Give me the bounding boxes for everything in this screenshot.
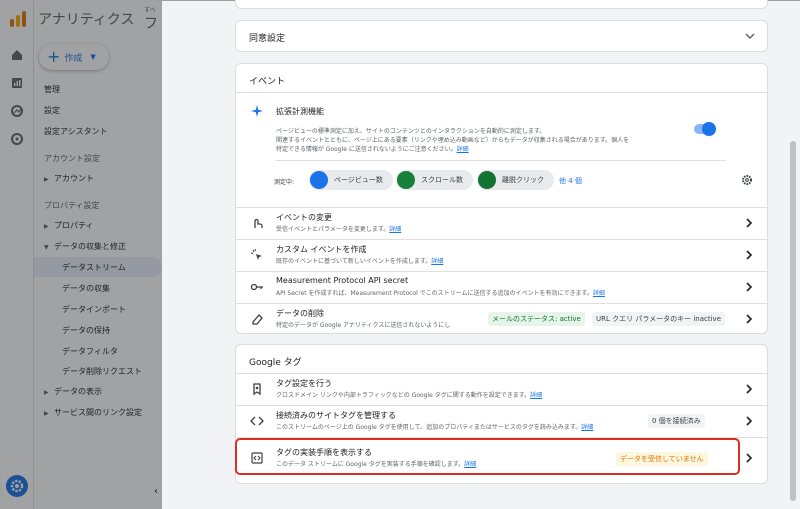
previous-card xyxy=(235,0,768,9)
measurement-protocol-row[interactable]: Measurement Protocol API secret API Secr… xyxy=(236,271,767,303)
highlight-annotation-box xyxy=(235,438,740,475)
learn-more-link[interactable]: 詳細 xyxy=(457,146,469,153)
enhanced-measurement-desc-3: 特定できる情報が Google に送信されないようにご注意ください。 xyxy=(276,146,457,153)
divider xyxy=(276,160,726,161)
enhanced-measurement-section: 拡張計測機能 ページビューの標準測定に加え、サイトのコンテンツとのインタラクショ… xyxy=(236,92,767,207)
eraser-icon xyxy=(252,314,263,325)
create-custom-event-title: カスタム イベントを作成 xyxy=(276,245,367,254)
eye-icon xyxy=(310,171,328,189)
collapse-nav-icon[interactable]: ‹ xyxy=(154,486,158,497)
chevron-right-icon xyxy=(746,282,753,292)
cursor-click-icon xyxy=(250,248,262,260)
chip-page-views: ページビュー数 xyxy=(309,170,393,190)
measurement-protocol-title: Measurement Protocol API secret xyxy=(276,276,409,285)
chevron-right-icon xyxy=(746,384,753,394)
enhanced-measurement-title: 拡張計測機能 xyxy=(276,107,324,116)
enhanced-measurement-desc-1: ページビューの標準測定に加え、サイトのコンテンツとのインタラクションを自動的に測… xyxy=(276,128,546,135)
enhanced-measurement-desc-2: 関連するイベントとともに、ページ上にある要素（リンクや埋め込み動画など）からもデ… xyxy=(276,137,630,144)
chevron-right-icon xyxy=(746,314,753,324)
manage-connected-tags-desc-wrap: このストリームのページ上の Google タグを使用して、追加のプロパティまたは… xyxy=(276,422,593,431)
mouse-icon xyxy=(478,171,496,189)
measurement-protocol-desc-wrap: API Secret を作成すれば、Measurement Protocol で… xyxy=(276,288,605,297)
configure-tag-row[interactable]: タグ設定を行う クロスドメイン リンクや内部トラフィックなどの Google タ… xyxy=(236,373,767,405)
enhanced-measurement-desc-3-wrap: 特定できる情報が Google に送信されないようにご注意ください。詳細 xyxy=(276,144,469,153)
modify-events-row[interactable]: イベントの変更 受信イベントとパラメータを変更します。詳細 xyxy=(236,207,767,239)
data-redaction-title: データの削除 xyxy=(276,309,324,318)
configure-tag-desc: クロスドメイン リンクや内部トラフィックなどの Google タグに関する動作を… xyxy=(276,392,531,399)
connected-count-badge: 0 個を接続済み xyxy=(648,414,705,428)
manage-connected-tags-title: 接続済みのサイトタグを管理する xyxy=(276,411,396,420)
measurement-protocol-desc: API Secret を作成すれば、Measurement Protocol で… xyxy=(276,290,593,297)
enhanced-measurement-toggle[interactable] xyxy=(694,122,716,136)
consent-settings-card[interactable]: 同意設定 xyxy=(235,20,768,52)
data-redaction-row[interactable]: データの削除 特定のデータが Google アナリティクスに送信されないようにし… xyxy=(236,303,767,335)
drawer-scrollbar[interactable] xyxy=(790,141,796,501)
events-title: イベント xyxy=(249,77,286,87)
google-tag-title: Google タグ xyxy=(249,358,302,368)
manage-connected-tags-desc: このストリームのページ上の Google タグを使用して、追加のプロパティまたは… xyxy=(276,424,582,431)
query-param-status-badge: URL クエリ パラメータのキー inactive xyxy=(592,312,726,326)
modify-events-desc-wrap: 受信イベントとパラメータを変更します。詳細 xyxy=(276,224,401,233)
chevron-right-icon xyxy=(746,218,753,228)
chevron-right-icon xyxy=(746,453,753,463)
chip-page-views-label: ページビュー数 xyxy=(334,176,383,184)
touch-icon xyxy=(254,218,263,228)
create-custom-event-desc: 既存のイベントに基づいて新しいイベントを作成します。 xyxy=(276,258,432,265)
events-card: イベント 拡張計測機能 ページビューの標準測定に加え、サイトのコンテンツとのイン… xyxy=(235,63,768,334)
chip-outbound-clicks: 離脱クリック xyxy=(477,170,554,190)
measuring-label: 測定中: xyxy=(274,179,295,186)
tag-settings-icon xyxy=(253,383,261,396)
modify-events-desc: 受信イベントとパラメータを変更します。 xyxy=(276,226,390,233)
chip-scrolls-label: スクロール数 xyxy=(421,176,463,184)
data-redaction-desc: 特定のデータが Google アナリティクスに送信されないようにし xyxy=(276,322,451,329)
settings-gear-icon[interactable] xyxy=(741,174,753,186)
learn-more-link[interactable]: 詳細 xyxy=(389,226,401,233)
manage-connected-tags-row[interactable]: 接続済みのサイトタグを管理する このストリームのページ上の Google タグを… xyxy=(236,405,767,437)
learn-more-link[interactable]: 詳細 xyxy=(581,424,593,431)
create-custom-event-row[interactable]: カスタム イベントを作成 既存のイベントに基づいて新しいイベントを作成します。詳… xyxy=(236,239,767,271)
chevron-right-icon xyxy=(746,416,753,426)
scroll-icon xyxy=(397,171,415,189)
configure-tag-desc-wrap: クロスドメイン リンクや内部トラフィックなどの Google タグに関する動作を… xyxy=(276,390,542,399)
configure-tag-title: タグ設定を行う xyxy=(276,379,332,388)
code-arrows-icon xyxy=(250,416,264,426)
chip-scrolls: スクロール数 xyxy=(396,170,473,190)
sparkle-icon xyxy=(251,105,263,117)
modify-events-title: イベントの変更 xyxy=(276,213,332,222)
chevron-down-icon xyxy=(745,33,755,40)
learn-more-link[interactable]: 詳細 xyxy=(530,392,542,399)
more-events-link[interactable]: 他 4 個 xyxy=(559,176,582,186)
create-custom-event-desc-wrap: 既存のイベントに基づいて新しいイベントを作成します。詳細 xyxy=(276,256,443,265)
email-status-badge: メールのステータス: active xyxy=(488,312,585,326)
chip-outbound-clicks-label: 離脱クリック xyxy=(502,176,544,184)
toggle-knob xyxy=(702,122,716,136)
learn-more-link[interactable]: 詳細 xyxy=(431,258,443,265)
consent-settings-title: 同意設定 xyxy=(249,34,286,44)
key-icon xyxy=(250,283,263,291)
learn-more-link[interactable]: 詳細 xyxy=(593,290,605,297)
chevron-right-icon xyxy=(746,250,753,260)
